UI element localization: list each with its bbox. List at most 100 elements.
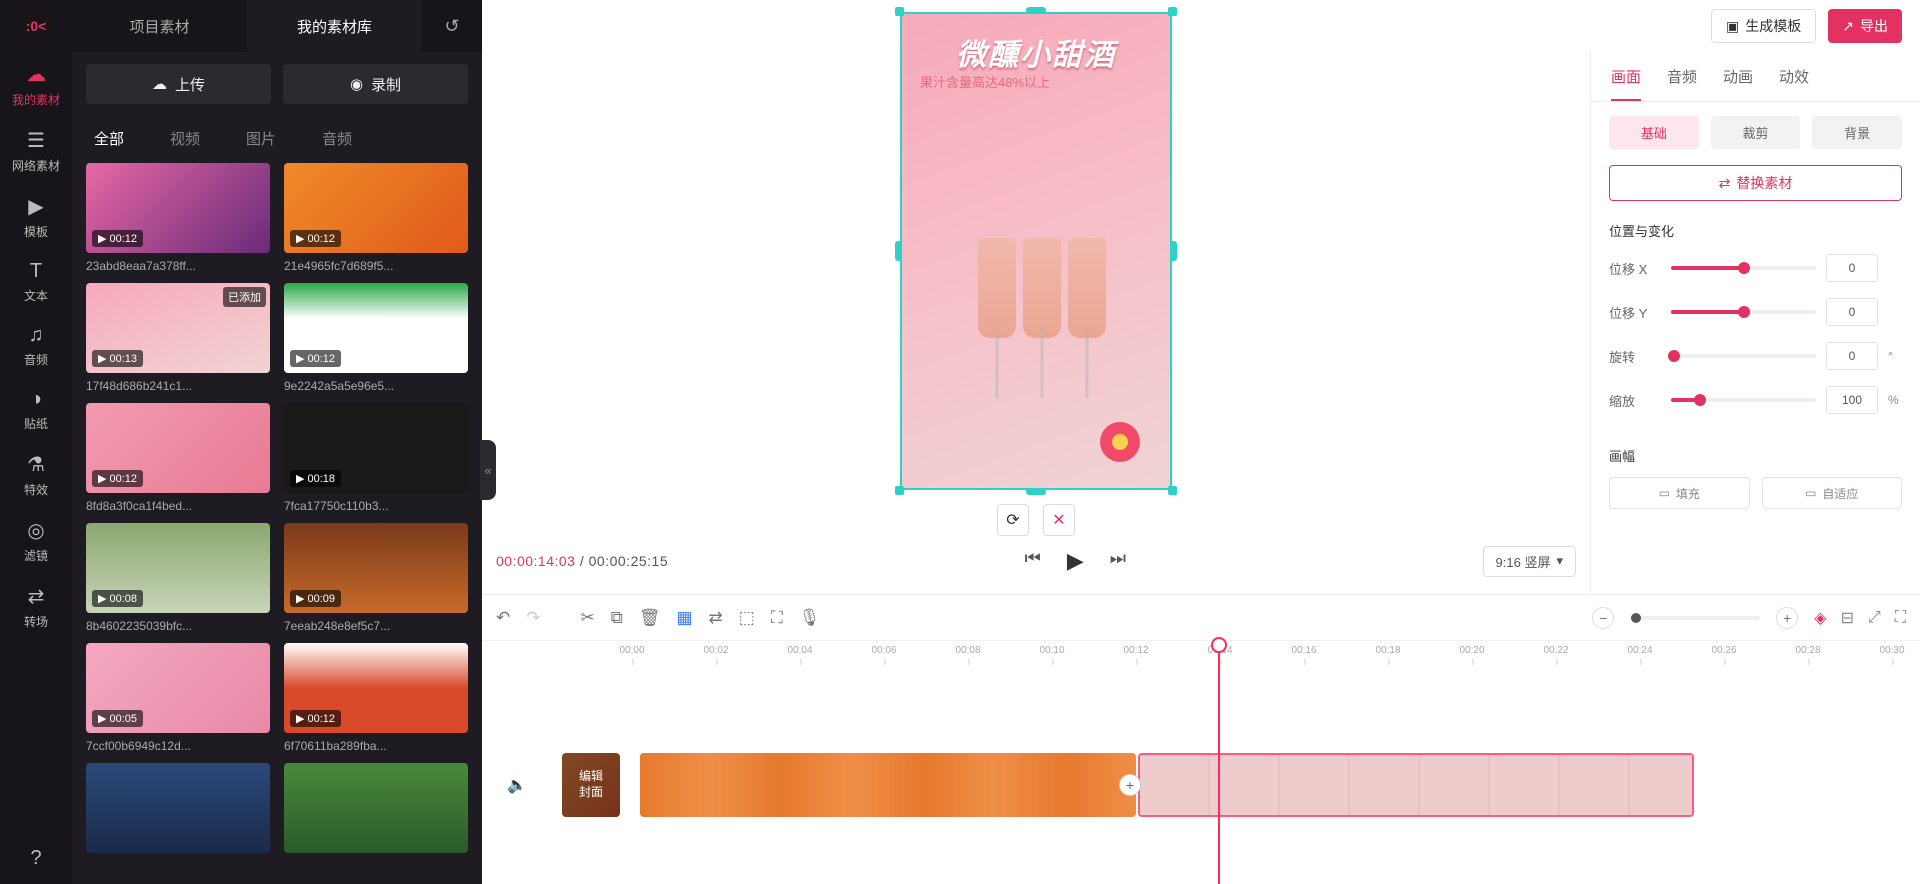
rotation-slider[interactable] — [1671, 354, 1816, 358]
filter-全部[interactable]: 全部 — [86, 124, 132, 153]
timeline-clip-2[interactable] — [1138, 753, 1694, 817]
refresh-canvas-button[interactable]: ⟳ — [997, 504, 1029, 536]
scale-unit: % — [1888, 393, 1902, 407]
split-button[interactable]: ✂ — [581, 608, 595, 628]
filter-图片[interactable]: 图片 — [238, 124, 284, 153]
rail-item-6[interactable]: ⚗特效 — [0, 442, 72, 508]
scale-input[interactable]: 100 — [1826, 386, 1878, 414]
fit-label: 自适应 — [1822, 485, 1858, 502]
resize-handle-top[interactable] — [1026, 7, 1046, 14]
offset-x-slider[interactable] — [1671, 266, 1816, 270]
next-frame-button[interactable]: ⏭ — [1110, 548, 1126, 574]
record-button[interactable]: ◉录制 — [283, 64, 468, 104]
play-button[interactable]: ▶ — [1067, 548, 1084, 574]
help-button[interactable]: ? — [0, 837, 72, 884]
subtab-基础[interactable]: 基础 — [1609, 116, 1699, 149]
subtab-背景[interactable]: 背景 — [1812, 116, 1902, 149]
playhead[interactable] — [1218, 641, 1220, 884]
edit-cover-button[interactable]: 编辑 封面 — [562, 753, 620, 817]
media-filename: 21e4965fc7d689f5... — [284, 259, 468, 273]
export-button[interactable]: ↗导出 — [1828, 9, 1902, 43]
history-button[interactable]: ↺ — [422, 0, 482, 52]
rail-item-7[interactable]: ◎滤镜 — [0, 508, 72, 574]
preview-canvas[interactable]: 微醺小甜酒 果汁含量高达48%以上 — [900, 12, 1172, 490]
replace-media-button[interactable]: ⇄替换素材 — [1609, 165, 1902, 201]
media-item[interactable] — [284, 763, 468, 859]
voiceover-button[interactable]: 🎙 — [799, 608, 821, 628]
delete-clip-button[interactable]: 🗑 — [639, 608, 661, 628]
media-item[interactable]: ▶ 00:088b4602235039bfc... — [86, 523, 270, 633]
crop-button[interactable]: ⬚ — [739, 608, 755, 628]
media-item[interactable]: ▶ 00:128fd8a3f0ca1f4bed... — [86, 403, 270, 513]
tab-my-library[interactable]: 我的素材库 — [247, 0, 422, 52]
timeline-view-icon-2[interactable]: ⤢ — [1868, 609, 1881, 627]
prop-tab-画面[interactable]: 画面 — [1611, 66, 1641, 101]
timeline-clip-1[interactable] — [640, 753, 1136, 817]
media-item[interactable]: ▶ 00:097eeab248e8ef5c7... — [284, 523, 468, 633]
rail-item-8[interactable]: ⇄转场 — [0, 574, 72, 640]
record-icon: ◉ — [350, 75, 363, 93]
app-logo[interactable]: :0< — [0, 0, 72, 52]
resize-handle-tl[interactable] — [895, 7, 904, 16]
timeline-view-icon-0[interactable]: ◈ — [1814, 608, 1826, 628]
rail-item-2[interactable]: ▶模板 — [0, 184, 72, 250]
offset-y-input[interactable]: 0 — [1826, 298, 1878, 326]
track-mute-button[interactable]: 🔈 — [482, 775, 552, 795]
rail-item-5[interactable]: ◑贴纸 — [0, 378, 72, 442]
filter-音频[interactable]: 音频 — [314, 124, 360, 153]
prop-tab-音频[interactable]: 音频 — [1667, 66, 1697, 101]
redo-button[interactable]: ↷ — [526, 608, 540, 628]
swap-button[interactable]: ⇄ — [709, 608, 723, 628]
media-item[interactable]: ▶ 00:057ccf00b6949c12d... — [86, 643, 270, 753]
tab-project-media[interactable]: 项目素材 — [72, 0, 247, 52]
resize-handle-tr[interactable] — [1168, 7, 1177, 16]
add-clip-button[interactable]: + — [1119, 774, 1141, 796]
replace-label: 替换素材 — [1736, 173, 1792, 193]
export-label: 导出 — [1860, 16, 1888, 36]
offset-x-input[interactable]: 0 — [1826, 254, 1878, 282]
expand-button[interactable]: ⛶ — [771, 608, 783, 628]
upload-button[interactable]: ☁上传 — [86, 64, 271, 104]
frame-fit-button[interactable]: ▭自适应 — [1762, 477, 1903, 509]
rotation-input[interactable]: 0 — [1826, 342, 1878, 370]
aspect-ratio-select[interactable]: 9:16 竖屏▾ — [1483, 546, 1576, 577]
resize-handle-right[interactable] — [1170, 241, 1177, 261]
subtab-裁剪[interactable]: 裁剪 — [1711, 116, 1801, 149]
media-item[interactable] — [86, 763, 270, 859]
zoom-out-button[interactable]: − — [1592, 607, 1614, 629]
media-item[interactable]: ▶ 00:187fca17750c110b3... — [284, 403, 468, 513]
frame-fill-button[interactable]: ▭填充 — [1609, 477, 1750, 509]
media-item[interactable]: ▶ 00:13已添加17f48d686b241c1... — [86, 283, 270, 393]
media-item[interactable]: ▶ 00:126f70611ba289fba... — [284, 643, 468, 753]
filter-视频[interactable]: 视频 — [162, 124, 208, 153]
media-item[interactable]: ▶ 00:1221e4965fc7d689f5... — [284, 163, 468, 273]
prev-frame-button[interactable]: ⏮ — [1025, 548, 1041, 574]
prop-tab-动效[interactable]: 动效 — [1779, 66, 1809, 101]
media-item[interactable]: ▶ 00:129e2242a5a5e96e5... — [284, 283, 468, 393]
rail-item-4[interactable]: ♫音频 — [0, 314, 72, 378]
scale-slider[interactable] — [1671, 398, 1816, 402]
duration-badge: ▶ 00:09 — [290, 590, 341, 607]
media-filename: 6f70611ba289fba... — [284, 739, 468, 753]
undo-button[interactable]: ↶ — [496, 608, 510, 628]
timeline-view-icon-1[interactable]: ⊟ — [1841, 608, 1854, 628]
copy-button[interactable]: ⧉ — [611, 608, 623, 628]
delete-canvas-button[interactable]: ✕ — [1043, 504, 1075, 536]
resize-handle-bl[interactable] — [895, 486, 904, 495]
zoom-slider[interactable] — [1630, 616, 1760, 620]
ruler-tick: 00:00 — [619, 645, 644, 656]
rail-item-0[interactable]: ☁我的素材 — [0, 52, 72, 118]
rail-item-1[interactable]: ☰网络素材 — [0, 118, 72, 184]
offset-y-slider[interactable] — [1671, 310, 1816, 314]
rail-item-3[interactable]: T文本 — [0, 250, 72, 314]
resize-handle-left[interactable] — [895, 241, 902, 261]
prop-tab-动画[interactable]: 动画 — [1723, 66, 1753, 101]
resize-handle-bottom[interactable] — [1026, 488, 1046, 495]
generate-template-button[interactable]: ▣生成模板 — [1711, 9, 1816, 43]
ruler-tick: 00:10 — [1039, 645, 1064, 656]
timeline-view-icon-3[interactable]: ⛶ — [1895, 609, 1906, 627]
media-item[interactable]: ▶ 00:1223abd8eaa7a378ff... — [86, 163, 270, 273]
zoom-in-button[interactable]: + — [1776, 607, 1798, 629]
marker-button[interactable]: ▦ — [676, 608, 692, 628]
resize-handle-br[interactable] — [1168, 486, 1177, 495]
